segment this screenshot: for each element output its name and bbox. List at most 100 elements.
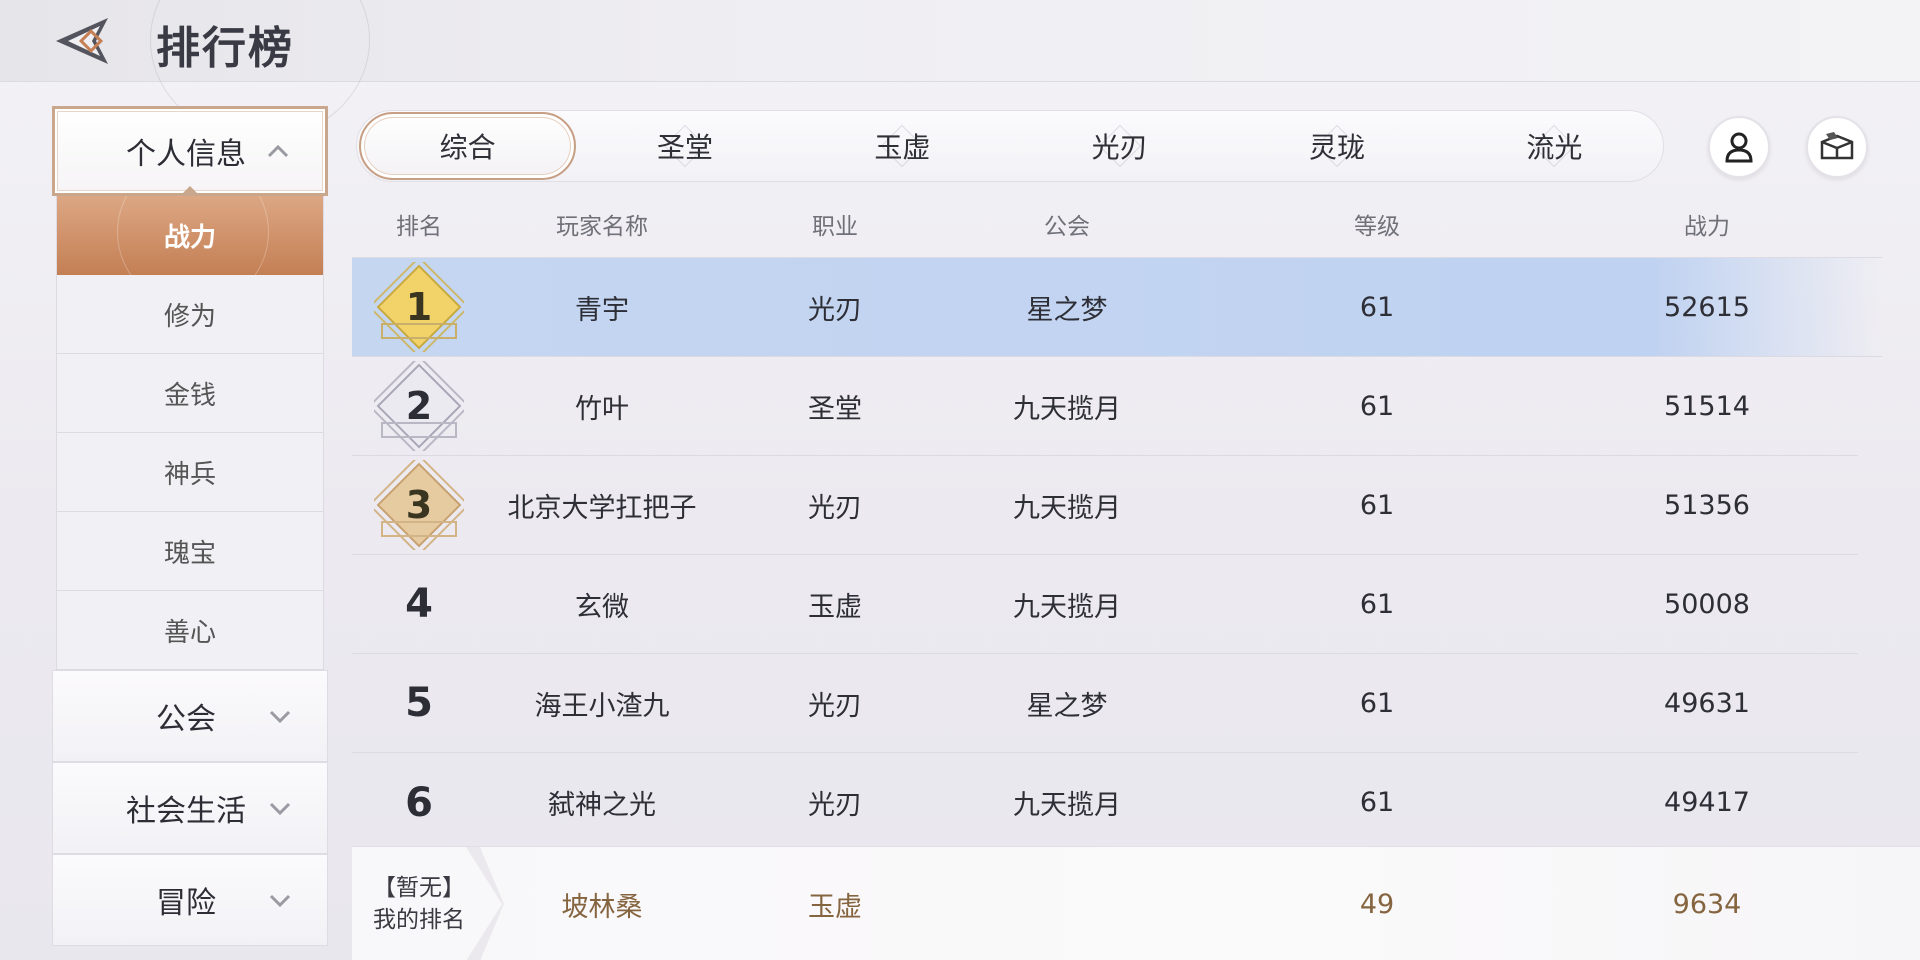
player-power: 49417	[1664, 787, 1750, 818]
tab-guangren[interactable]: 光刃	[1011, 110, 1228, 182]
sidebar-group-social[interactable]: 社会生活	[52, 762, 328, 854]
rank-cell: 2	[352, 361, 486, 451]
tab-label: 灵珑	[1308, 131, 1365, 164]
class-tabs: 综合 圣堂 玉虚 光刃 灵珑 流光	[356, 110, 1664, 182]
gold-medal-icon: 1	[374, 262, 464, 352]
player-level: 61	[1359, 787, 1395, 818]
player-name: 青宇	[575, 294, 629, 326]
player-guild: 九天揽月	[1013, 492, 1121, 524]
chevron-down-icon	[269, 802, 291, 815]
sidebar-sub-list: 战力 修为 金钱 神兵 瑰宝 善心	[56, 196, 324, 670]
player-job: 光刃	[808, 690, 862, 722]
tab-shengtang[interactable]: 圣堂	[576, 110, 793, 182]
my-rank-status: 【暂无】	[373, 875, 465, 901]
rank-cell: 3	[352, 460, 486, 550]
header-power: 战力	[1684, 213, 1730, 240]
player-job: 玉虚	[808, 591, 862, 623]
sidebar-item-label: 瑰宝	[163, 538, 216, 569]
user-icon	[1725, 132, 1753, 163]
tab-liuguang[interactable]: 流光	[1446, 110, 1663, 182]
header-job: 职业	[812, 213, 858, 240]
treasure-chest-icon	[1820, 132, 1854, 160]
rank-cell: 5	[352, 680, 486, 726]
my-power: 9634	[1672, 888, 1742, 920]
sidebar-group-label: 公会	[156, 702, 216, 737]
treasure-chest-button[interactable]	[1806, 116, 1868, 178]
sidebar-item-power[interactable]: 战力	[57, 196, 323, 275]
player-job: 光刃	[808, 790, 862, 821]
table-header: 排名 玩家名称 职业 公会 等级 战力	[352, 190, 1882, 258]
player-power: 52615	[1664, 291, 1750, 323]
player-power: 50008	[1664, 588, 1750, 620]
player-level: 61	[1359, 390, 1395, 422]
player-power: 49631	[1664, 687, 1750, 719]
sidebar-group-label: 社会生活	[126, 794, 246, 829]
header-bar: 排行榜	[0, 0, 1920, 140]
table-row[interactable]: 1 青宇 光刃 星之梦 61 52615	[352, 258, 1882, 357]
player-guild: 星之梦	[1026, 294, 1108, 326]
table-row[interactable]: 6 弑神之光 光刃 九天揽月 61 49417	[352, 753, 1858, 852]
player-name: 竹叶	[575, 393, 629, 425]
tab-label: 流光	[1526, 131, 1583, 164]
table-row[interactable]: 2 竹叶 圣堂 九天揽月 61 51514	[352, 357, 1858, 456]
rank-number: 5	[405, 680, 433, 726]
sidebar: 个人信息 战力 修为 金钱 神兵 瑰宝 善心 公会 社会生活 冒险	[52, 106, 328, 946]
ranking-table: 排名 玩家名称 职业 公会 等级 战力 1 青宇 光刃 星之梦 61 52615	[352, 190, 1882, 852]
rank-cell: 1	[352, 262, 486, 352]
sidebar-group-guild[interactable]: 公会	[52, 670, 328, 762]
rank-number: 6	[405, 779, 433, 826]
my-job: 玉虚	[808, 891, 862, 923]
active-notch	[180, 186, 200, 196]
sidebar-item-cultivation[interactable]: 修为	[57, 275, 323, 354]
player-guild: 星之梦	[1026, 690, 1108, 722]
tab-label: 圣堂	[657, 131, 714, 164]
player-level: 61	[1359, 588, 1395, 620]
sidebar-group-adventure[interactable]: 冒险	[52, 854, 328, 946]
rank-cell: 4	[352, 581, 486, 627]
rank-number: 4	[405, 581, 433, 627]
my-level: 49	[1359, 888, 1395, 920]
sidebar-item-label: 金钱	[163, 380, 216, 411]
tab-label: 玉虚	[874, 131, 931, 164]
header-guild: 公会	[1044, 213, 1090, 240]
my-rank-row: 坡林桑 玉虚 49 9634	[486, 847, 1842, 960]
sidebar-item-kindness[interactable]: 善心	[57, 591, 323, 670]
profile-button[interactable]	[1708, 116, 1770, 178]
page-title: 排行榜	[156, 23, 294, 74]
table-row[interactable]: 4 玄微 玉虚 九天揽月 61 50008	[352, 555, 1858, 654]
tab-yuxu[interactable]: 玉虚	[794, 110, 1011, 182]
table-row[interactable]: 3 北京大学扛把子 光刃 九天揽月 61 51356	[352, 456, 1858, 555]
sidebar-group-label: 冒险	[156, 886, 216, 921]
player-job: 光刃	[808, 492, 862, 524]
sidebar-item-weapon[interactable]: 神兵	[57, 433, 323, 512]
back-arrow-icon	[56, 18, 108, 64]
header-level: 等级	[1354, 213, 1400, 240]
chevron-up-icon	[267, 144, 289, 158]
sidebar-item-treasure[interactable]: 瑰宝	[57, 512, 323, 591]
sidebar-group-personal[interactable]: 个人信息	[52, 106, 328, 196]
rank-cell: 6	[352, 780, 486, 826]
player-job: 光刃	[808, 294, 862, 326]
table-row[interactable]: 5 海王小渣九 光刃 星之梦 61 49631	[352, 654, 1858, 753]
rank-number: 2	[405, 384, 433, 428]
player-guild: 九天揽月	[1013, 591, 1121, 623]
tab-label: 综合	[439, 131, 496, 164]
back-button[interactable]	[50, 14, 120, 68]
sidebar-item-label: 修为	[163, 301, 216, 332]
player-level: 61	[1359, 291, 1395, 323]
player-job: 圣堂	[808, 393, 862, 425]
my-rank-label: 我的排名	[373, 907, 465, 933]
sidebar-group-label: 个人信息	[126, 137, 246, 172]
player-guild: 九天揽月	[1013, 393, 1121, 425]
tab-all[interactable]: 综合	[359, 112, 577, 180]
tab-linglong[interactable]: 灵珑	[1228, 110, 1445, 182]
header-rank: 排名	[396, 213, 442, 240]
sidebar-item-label: 神兵	[163, 459, 216, 490]
header-name: 玩家名称	[556, 213, 648, 240]
my-rank-bar: 【暂无】 我的排名 坡林桑 玉虚 49 9634	[352, 846, 1920, 960]
sidebar-item-label: 善心	[163, 617, 216, 648]
player-name: 玄微	[575, 591, 629, 623]
sidebar-item-money[interactable]: 金钱	[57, 354, 323, 433]
player-level: 61	[1359, 687, 1395, 719]
player-name: 弑神之光	[548, 790, 656, 821]
